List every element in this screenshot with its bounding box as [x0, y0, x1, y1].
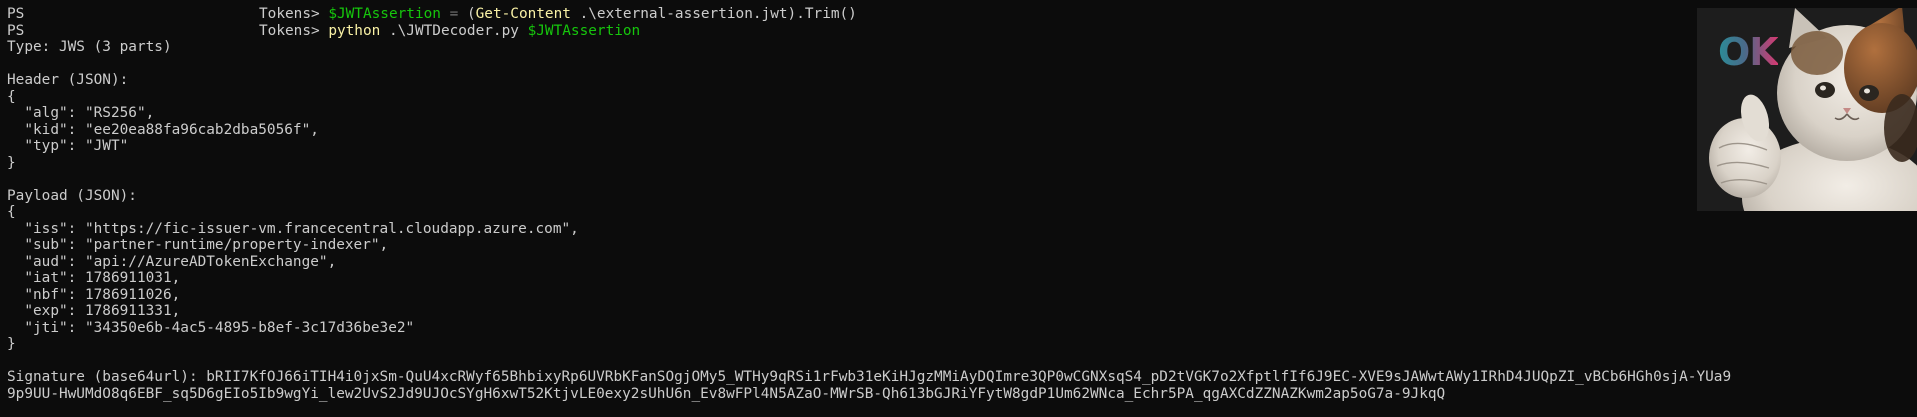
decoder-output: Type: JWS (3 parts) Header (JSON):{ "alg…	[7, 39, 1907, 402]
prompt-command: Tokens> python .\JWTDecoder.py $JWTAsser…	[259, 23, 640, 40]
sticker-ok-text: OK	[1718, 30, 1779, 74]
output-line: "aud": "api://AzureADTokenExchange",	[7, 253, 337, 270]
terminal-output[interactable]: PS Tokens> $JWTAssertion = (Get-Content .…	[7, 6, 1907, 402]
prompt-path: Tokens>	[259, 22, 329, 39]
output-line: "sub": "partner-runtime/property-indexer…	[7, 237, 389, 253]
prompt-line: PS Tokens> python .\JWTDecoder.py $JWTAss…	[7, 23, 1907, 40]
command-token-cmd: python	[328, 22, 381, 39]
command-token-op: =	[440, 6, 467, 22]
output-line: 9p9UU-HwUMdO8q6EBF_sq5D6gEIo5Ib9wgYi_lew…	[7, 385, 1446, 402]
prompt-path: Tokens>	[259, 6, 329, 22]
output-line: Payload (JSON):	[7, 187, 137, 204]
prompt-command: Tokens> $JWTAssertion = (Get-Content .\e…	[259, 6, 857, 23]
command-token-text: (	[466, 6, 476, 22]
output-line: {	[7, 204, 16, 220]
output-line: "iss": "https://fic-issuer-vm.francecent…	[7, 220, 579, 237]
command-token-text: .\external-assertion.jwt).Trim()	[570, 6, 857, 22]
output-line: "exp": 1786911331,	[7, 303, 181, 319]
cat-sticker: OK	[1697, 8, 1917, 211]
output-line: "iat": 1786911031,	[7, 270, 181, 286]
output-line: {	[7, 88, 16, 105]
output-line: }	[7, 154, 16, 171]
output-line: Type: JWS (3 parts)	[7, 39, 172, 55]
output-line: "alg": "RS256",	[7, 105, 155, 121]
output-line: }	[7, 336, 16, 352]
command-token-var: $JWTAssertion	[527, 22, 641, 39]
command-token-text: .\JWTDecoder.py	[380, 22, 528, 39]
prompt-line: PS Tokens> $JWTAssertion = (Get-Content .…	[7, 6, 1907, 23]
prompt-ps-label: PS	[7, 6, 25, 22]
command-history: PS Tokens> $JWTAssertion = (Get-Content .…	[7, 6, 1907, 39]
output-line: Header (JSON):	[7, 72, 129, 88]
output-line: "jti": "34350e6b-4ac5-4895-b8ef-3c17d36b…	[7, 319, 415, 336]
output-line: "nbf": 1786911026,	[7, 286, 181, 303]
output-line: Signature (base64url): bRII7KfOJ66iTIH4i…	[7, 369, 1732, 385]
prompt-ps-label: PS	[7, 22, 25, 39]
output-line: "typ": "JWT"	[7, 138, 129, 154]
output-line: "kid": "ee20ea88fa96cab2dba5056f",	[7, 121, 319, 138]
command-token-var: $JWTAssertion	[328, 6, 441, 22]
command-token-cmd: Get-Content	[475, 6, 571, 22]
